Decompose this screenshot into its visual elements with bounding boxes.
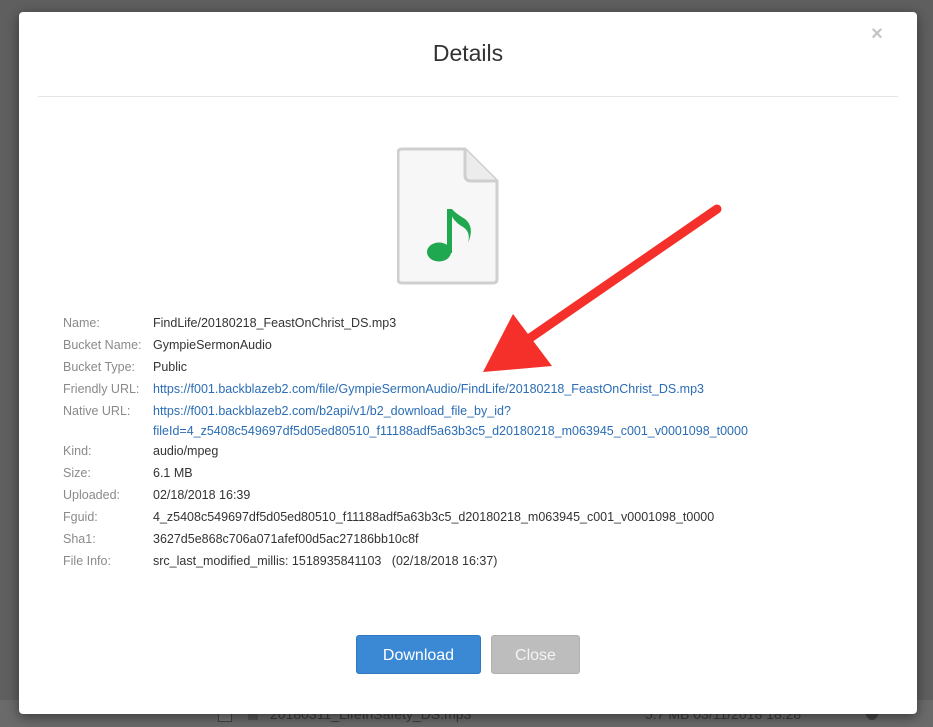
detail-label: Uploaded: (63, 488, 120, 502)
native-url-link[interactable]: https://f001.backblazeb2.com/b2api/v1/b2… (153, 404, 511, 418)
detail-label: Bucket Name: (63, 338, 142, 352)
detail-label: Kind: (63, 444, 92, 458)
details-dialog: Details × Name: FindLife/20180218_FeastO… (19, 12, 917, 714)
dialog-title: Details (432, 40, 504, 66)
detail-label: File Info: (63, 554, 111, 568)
detail-value: audio/mpeg (153, 444, 219, 458)
music-file-icon (397, 147, 499, 285)
title-divider (38, 96, 898, 97)
detail-value: src_last_modified_millis: 1518935841103 … (153, 554, 498, 568)
download-button[interactable]: Download (356, 635, 481, 674)
detail-value: 02/18/2018 16:39 (153, 488, 251, 502)
detail-label: Sha1: (63, 532, 96, 546)
detail-value: Public (153, 360, 188, 374)
detail-label: Size: (63, 466, 91, 480)
native-url-link-continued[interactable]: fileId=4_z5408c549697df5d05ed80510_f1118… (153, 424, 748, 438)
detail-value: GympieSermonAudio (153, 338, 272, 352)
detail-value: 4_z5408c549697df5d05ed80510_f11188adf5a6… (153, 510, 715, 524)
close-button[interactable]: Close (491, 635, 580, 674)
detail-label: Name: (63, 316, 100, 330)
detail-label: Friendly URL: (63, 382, 140, 396)
detail-value: FindLife/20180218_FeastOnChrist_DS.mp3 (153, 316, 397, 330)
close-icon[interactable]: × (867, 24, 887, 44)
detail-label: Bucket Type: (63, 360, 136, 374)
detail-value: 3627d5e868c706a071afef00d5ac27186bb10c8f (153, 532, 419, 546)
friendly-url-link[interactable]: https://f001.backblazeb2.com/file/Gympie… (153, 382, 704, 396)
detail-label: Fguid: (63, 510, 98, 524)
detail-value: 6.1 MB (153, 466, 193, 480)
detail-label: Native URL: (63, 404, 131, 418)
